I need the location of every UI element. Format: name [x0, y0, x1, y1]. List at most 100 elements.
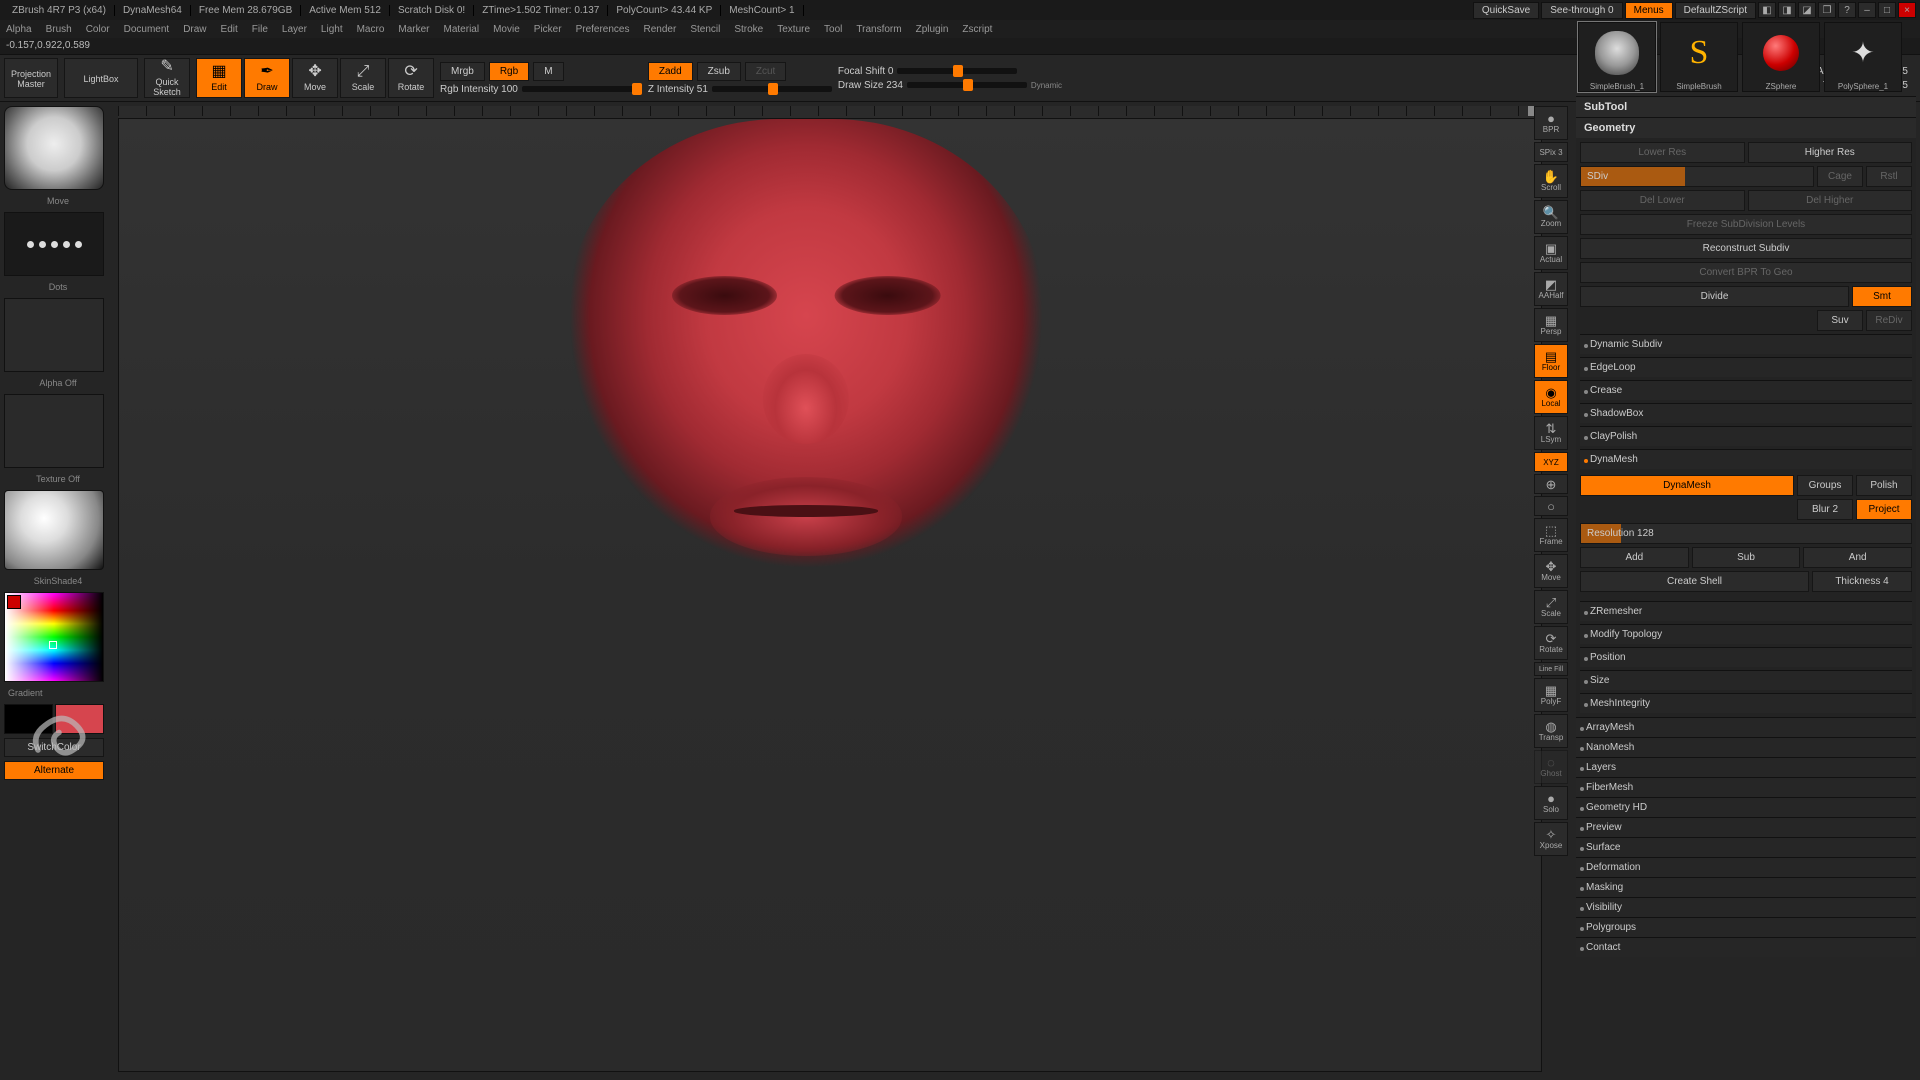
delhigher-button[interactable]: Del Higher — [1748, 190, 1913, 211]
drawsize-slider[interactable] — [907, 82, 1027, 88]
nav-rotate[interactable]: ⟳Rotate — [1534, 626, 1568, 660]
menu-color[interactable]: Color — [86, 24, 110, 35]
and-button[interactable]: And — [1803, 547, 1912, 568]
dellower-button[interactable]: Del Lower — [1580, 190, 1745, 211]
tool-thumb-2[interactable]: ZSphere — [1742, 22, 1820, 92]
subtool-header[interactable]: SubTool — [1576, 96, 1916, 117]
scale-mode-button[interactable]: ⤢Scale — [340, 58, 386, 98]
nav-aahalf[interactable]: ◩AAHalf — [1534, 272, 1568, 306]
menu-stroke[interactable]: Stroke — [734, 24, 763, 35]
createshell-button[interactable]: Create Shell — [1580, 571, 1809, 592]
project-toggle[interactable]: Project — [1856, 499, 1912, 520]
preview-header[interactable]: Preview — [1576, 817, 1916, 837]
add-button[interactable]: Add — [1580, 547, 1689, 568]
menu-transform[interactable]: Transform — [856, 24, 901, 35]
nav-scroll[interactable]: ✋Scroll — [1534, 164, 1568, 198]
nav-lsym[interactable]: ⇅LSym — [1534, 416, 1568, 450]
nav-xpose[interactable]: ✧Xpose — [1534, 822, 1568, 856]
surface-header[interactable]: Surface — [1576, 837, 1916, 857]
menu-zplugin[interactable]: Zplugin — [916, 24, 949, 35]
geometry-header[interactable]: Geometry — [1576, 117, 1916, 138]
geometryhd-header[interactable]: Geometry HD — [1576, 797, 1916, 817]
nav-polyf[interactable]: ▦PolyF — [1534, 678, 1568, 712]
dynsub-header[interactable]: Dynamic Subdiv — [1580, 334, 1912, 354]
rgb-toggle[interactable]: Rgb — [489, 62, 529, 81]
ui-config[interactable]: DefaultZScript — [1675, 2, 1756, 19]
nav-linefill[interactable]: Line Fill — [1534, 662, 1568, 676]
smt-toggle[interactable]: Smt — [1852, 286, 1912, 307]
nav-fit[interactable]: ○ — [1534, 496, 1568, 516]
alpha-thumb[interactable] — [4, 298, 104, 372]
nav-zoom[interactable]: 🔍Zoom — [1534, 200, 1568, 234]
quicksketch-button[interactable]: ✎Quick Sketch — [144, 58, 190, 98]
thickness-slider[interactable]: Thickness 4 — [1812, 571, 1912, 592]
close-icon[interactable]: × — [1898, 2, 1916, 18]
nav-center[interactable]: ⊕ — [1534, 474, 1568, 494]
tool-thumb-0[interactable]: SimpleBrush_1 — [1578, 22, 1656, 92]
brush-thumb[interactable] — [4, 106, 104, 190]
dynamesh-header[interactable]: DynaMesh — [1580, 449, 1912, 469]
menu-zscript[interactable]: Zscript — [962, 24, 992, 35]
timeline-bar[interactable] — [118, 106, 1542, 116]
nav-move[interactable]: ✥Move — [1534, 554, 1568, 588]
menu-brush[interactable]: Brush — [46, 24, 72, 35]
meshintegrity-header[interactable]: MeshIntegrity — [1580, 693, 1912, 713]
dynamic-label[interactable]: Dynamic — [1031, 81, 1062, 90]
rediv-button[interactable]: ReDiv — [1866, 310, 1912, 331]
nav-scale[interactable]: ⤢Scale — [1534, 590, 1568, 624]
shadowbox-header[interactable]: ShadowBox — [1580, 403, 1912, 423]
arraymesh-header[interactable]: ArrayMesh — [1576, 717, 1916, 737]
gradient-label[interactable]: Gradient — [4, 686, 112, 700]
convertbpr-button[interactable]: Convert BPR To Geo — [1580, 262, 1912, 283]
menu-macro[interactable]: Macro — [357, 24, 385, 35]
groups-toggle[interactable]: Groups — [1797, 475, 1853, 496]
zremesher-header[interactable]: ZRemesher — [1580, 601, 1912, 621]
tool-thumb-3[interactable]: ✦PolySphere_1 — [1824, 22, 1902, 92]
menu-tool[interactable]: Tool — [824, 24, 842, 35]
claypolish-header[interactable]: ClayPolish — [1580, 426, 1912, 446]
stroke-thumb[interactable] — [4, 212, 104, 276]
tray-left-icon[interactable]: ◧ — [1758, 2, 1776, 18]
rotate-mode-button[interactable]: ⟳Rotate — [388, 58, 434, 98]
edit-mode-button[interactable]: ▦Edit — [196, 58, 242, 98]
resolution-slider[interactable]: Resolution 128 — [1580, 523, 1912, 544]
menu-stencil[interactable]: Stencil — [690, 24, 720, 35]
tool-thumb-1[interactable]: SSimpleBrush — [1660, 22, 1738, 92]
float-icon[interactable]: ❐ — [1818, 2, 1836, 18]
deformation-header[interactable]: Deformation — [1576, 857, 1916, 877]
nav-bpr[interactable]: ●BPR — [1534, 106, 1568, 140]
sub-button[interactable]: Sub — [1692, 547, 1801, 568]
menu-material[interactable]: Material — [444, 24, 480, 35]
menus-toggle[interactable]: Menus — [1625, 2, 1673, 19]
color-ui-icon[interactable]: ◪ — [1798, 2, 1816, 18]
crease-header[interactable]: Crease — [1580, 380, 1912, 400]
maximize-icon[interactable]: □ — [1878, 2, 1896, 18]
masking-header[interactable]: Masking — [1576, 877, 1916, 897]
fibermesh-header[interactable]: FiberMesh — [1576, 777, 1916, 797]
menu-texture[interactable]: Texture — [777, 24, 810, 35]
m-toggle[interactable]: M — [533, 62, 563, 81]
color-picker[interactable] — [4, 592, 104, 682]
lowerres-button[interactable]: Lower Res — [1580, 142, 1745, 163]
freeze-button[interactable]: Freeze SubDivision Levels — [1580, 214, 1912, 235]
menu-alpha[interactable]: Alpha — [6, 24, 32, 35]
texture-thumb[interactable] — [4, 394, 104, 468]
nav-ghost[interactable]: ◌Ghost — [1534, 750, 1568, 784]
focal-slider[interactable] — [897, 68, 1017, 74]
polygroups-header[interactable]: Polygroups — [1576, 917, 1916, 937]
cage-button[interactable]: Cage — [1817, 166, 1863, 187]
edgeloop-header[interactable]: EdgeLoop — [1580, 357, 1912, 377]
menu-file[interactable]: File — [252, 24, 268, 35]
suv-toggle[interactable]: Suv — [1817, 310, 1863, 331]
move-mode-button[interactable]: ✥Move — [292, 58, 338, 98]
menu-movie[interactable]: Movie — [493, 24, 520, 35]
nav-transp[interactable]: ◍Transp — [1534, 714, 1568, 748]
nav-floor[interactable]: ▤Floor — [1534, 344, 1568, 378]
material-thumb[interactable] — [4, 490, 104, 570]
viewport[interactable] — [118, 118, 1542, 1072]
reconstruct-button[interactable]: Reconstruct Subdiv — [1580, 238, 1912, 259]
zsub-toggle[interactable]: Zsub — [697, 62, 741, 81]
zadd-toggle[interactable]: Zadd — [648, 62, 693, 81]
rgb-intensity-slider[interactable] — [522, 86, 642, 92]
polish-toggle[interactable]: Polish — [1856, 475, 1912, 496]
